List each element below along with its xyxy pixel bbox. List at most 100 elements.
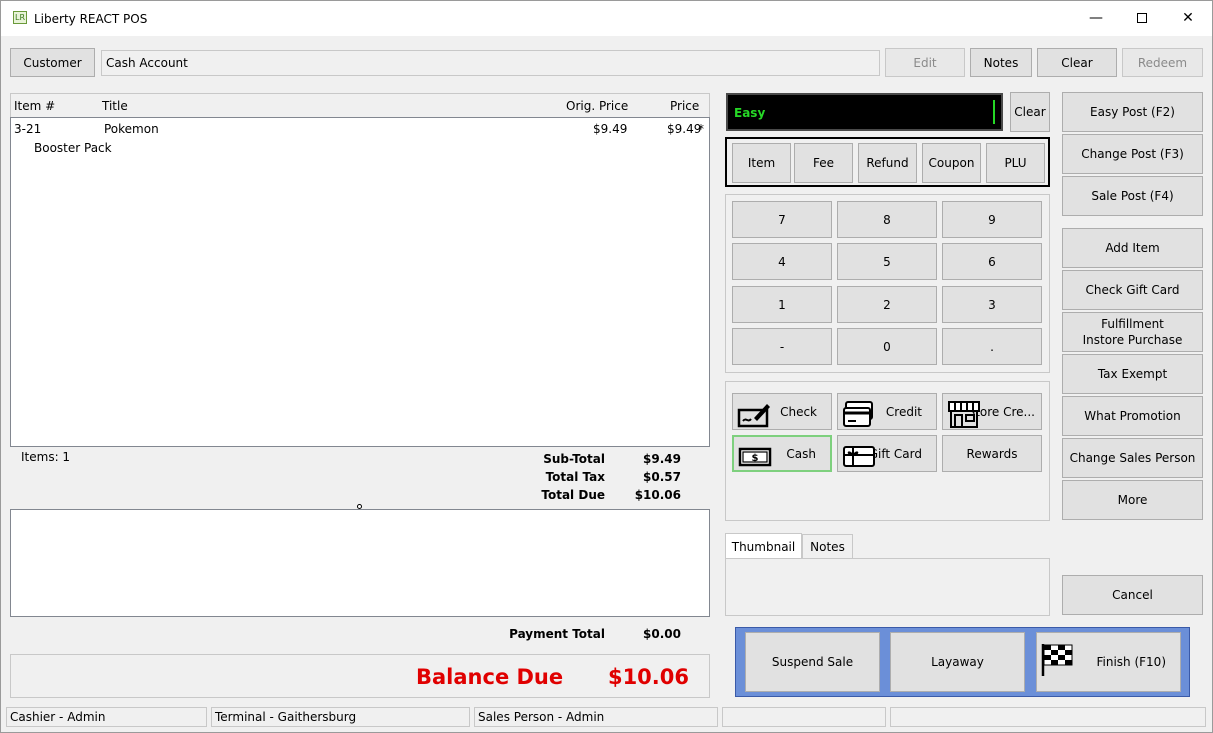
- payment-total-value: $0.00: [643, 627, 681, 641]
- subtotal-label: Sub-Total: [543, 452, 605, 466]
- customer-account-field[interactable]: Cash Account: [101, 50, 880, 76]
- status-empty-2: [890, 707, 1206, 727]
- row-flag: *: [698, 122, 704, 136]
- column-orig-price[interactable]: Orig. Price: [566, 99, 628, 113]
- close-button[interactable]: ✕: [1165, 1, 1211, 36]
- layaway-button[interactable]: Layaway: [890, 632, 1025, 692]
- credit-payment-button[interactable]: Credit: [837, 393, 937, 430]
- column-title[interactable]: Title: [102, 99, 128, 113]
- store-credit-payment-button[interactable]: Store Cre...: [942, 393, 1042, 430]
- sale-post-button[interactable]: Sale Post (F4): [1062, 176, 1203, 216]
- entry-type-item-button[interactable]: Item: [732, 143, 791, 183]
- cash-icon: $: [738, 447, 772, 467]
- entry-type-fee-button[interactable]: Fee: [794, 143, 853, 183]
- items-count: Items: 1: [21, 450, 71, 464]
- redeem-button[interactable]: Redeem: [1122, 48, 1203, 77]
- balance-panel: Balance Due $10.06: [10, 654, 710, 698]
- total-due-label: Total Due: [541, 488, 605, 502]
- tab-notes[interactable]: Notes: [802, 534, 853, 559]
- rewards-payment-button[interactable]: Rewards: [942, 435, 1042, 472]
- gift-card-payment-button[interactable]: Gift Card: [837, 435, 937, 472]
- suspend-sale-button[interactable]: Suspend Sale: [745, 632, 880, 692]
- subtotal-value: $9.49: [643, 452, 681, 466]
- fulfillment-label: Fulfillment: [1101, 317, 1164, 331]
- check-label: Check: [780, 404, 817, 419]
- tab-thumbnail[interactable]: Thumbnail: [725, 533, 802, 559]
- keypad-group: 7 8 9 4 5 6 1 2 3 - 0 .: [725, 194, 1050, 373]
- sale-actions-panel: Suspend Sale Layaway Finish (F10): [735, 627, 1190, 697]
- total-tax-value: $0.57: [643, 470, 681, 484]
- key-9[interactable]: 9: [942, 201, 1042, 238]
- change-sales-person-button[interactable]: Change Sales Person: [1062, 438, 1203, 478]
- minimize-button[interactable]: —: [1073, 1, 1119, 36]
- title-bar: LR Liberty REACT POS — ✕: [1, 1, 1212, 36]
- column-item-number[interactable]: Item #: [14, 99, 55, 113]
- gift-card-icon: [843, 446, 875, 467]
- maximize-icon: [1137, 13, 1147, 23]
- status-terminal: Terminal - Gaithersburg: [211, 707, 470, 727]
- notes-button[interactable]: Notes: [970, 48, 1032, 77]
- key-5[interactable]: 5: [837, 243, 937, 280]
- entry-mode-text: Easy: [734, 106, 766, 120]
- minimize-icon: —: [1089, 10, 1103, 26]
- key-4[interactable]: 4: [732, 243, 832, 280]
- svg-text:$: $: [752, 453, 759, 464]
- maximize-button[interactable]: [1119, 1, 1165, 36]
- payment-types-group: Check Credit Store Cre... $ Cash Gift Ca…: [725, 381, 1050, 521]
- more-button[interactable]: More: [1062, 480, 1203, 520]
- entry-type-group: Item Fee Refund Coupon PLU: [725, 137, 1050, 187]
- text-cursor: [993, 100, 995, 124]
- row-subtitle: Booster Pack: [34, 141, 112, 155]
- window-title: Liberty REACT POS: [34, 12, 148, 26]
- what-promotion-button[interactable]: What Promotion: [1062, 396, 1203, 436]
- payments-list[interactable]: [10, 509, 710, 617]
- finish-label: Finish (F10): [1096, 655, 1166, 669]
- checkered-flag-icon: [1041, 644, 1073, 676]
- payment-total-label: Payment Total: [509, 627, 605, 641]
- clear-customer-button[interactable]: Clear: [1037, 48, 1117, 77]
- add-item-button[interactable]: Add Item: [1062, 228, 1203, 268]
- item-grid[interactable]: 3-21 Pokemon Booster Pack $9.49 $9.49 *: [10, 117, 710, 447]
- easy-post-button[interactable]: Easy Post (F2): [1062, 92, 1203, 132]
- key-1[interactable]: 1: [732, 286, 832, 323]
- column-price[interactable]: Price: [670, 99, 699, 113]
- key-minus[interactable]: -: [732, 328, 832, 365]
- status-sales-person: Sales Person - Admin: [474, 707, 718, 727]
- gift-card-label: Gift Card: [868, 446, 922, 461]
- entry-type-plu-button[interactable]: PLU: [986, 143, 1045, 183]
- check-payment-button[interactable]: Check: [732, 393, 832, 430]
- storefront-icon: [948, 401, 980, 428]
- close-icon: ✕: [1182, 10, 1194, 26]
- balance-due-label: Balance Due: [416, 665, 564, 689]
- customer-button[interactable]: Customer: [10, 48, 95, 77]
- total-due-value: $10.06: [634, 488, 681, 502]
- edit-button[interactable]: Edit: [885, 48, 965, 77]
- cancel-sale-button[interactable]: Cancel: [1062, 575, 1203, 615]
- entry-input[interactable]: Easy: [726, 93, 1003, 131]
- item-grid-header: Item # Title Orig. Price Price: [10, 93, 710, 117]
- status-cashier: Cashier - Admin: [6, 707, 207, 727]
- key-8[interactable]: 8: [837, 201, 937, 238]
- key-decimal[interactable]: .: [942, 328, 1042, 365]
- clear-entry-button[interactable]: Clear: [1010, 92, 1050, 132]
- entry-type-refund-button[interactable]: Refund: [858, 143, 917, 183]
- entry-type-coupon-button[interactable]: Coupon: [922, 143, 981, 183]
- key-3[interactable]: 3: [942, 286, 1042, 323]
- check-icon: [737, 404, 770, 428]
- check-gift-card-button[interactable]: Check Gift Card: [1062, 270, 1203, 310]
- key-6[interactable]: 6: [942, 243, 1042, 280]
- row-item-number: 3-21: [14, 122, 42, 136]
- key-2[interactable]: 2: [837, 286, 937, 323]
- fulfillment-sublabel: Instore Purchase: [1082, 333, 1183, 347]
- fulfillment-button[interactable]: Fulfillment Instore Purchase: [1062, 312, 1203, 352]
- row-orig-price: $9.49: [593, 122, 628, 136]
- key-7[interactable]: 7: [732, 201, 832, 238]
- cash-payment-button[interactable]: $ Cash: [732, 435, 832, 472]
- balance-due-value: $10.06: [607, 665, 689, 689]
- key-0[interactable]: 0: [837, 328, 937, 365]
- cash-label: Cash: [786, 446, 816, 461]
- tax-exempt-button[interactable]: Tax Exempt: [1062, 354, 1203, 394]
- change-post-button[interactable]: Change Post (F3): [1062, 134, 1203, 174]
- finish-button[interactable]: Finish (F10): [1036, 632, 1181, 692]
- credit-label: Credit: [885, 404, 922, 419]
